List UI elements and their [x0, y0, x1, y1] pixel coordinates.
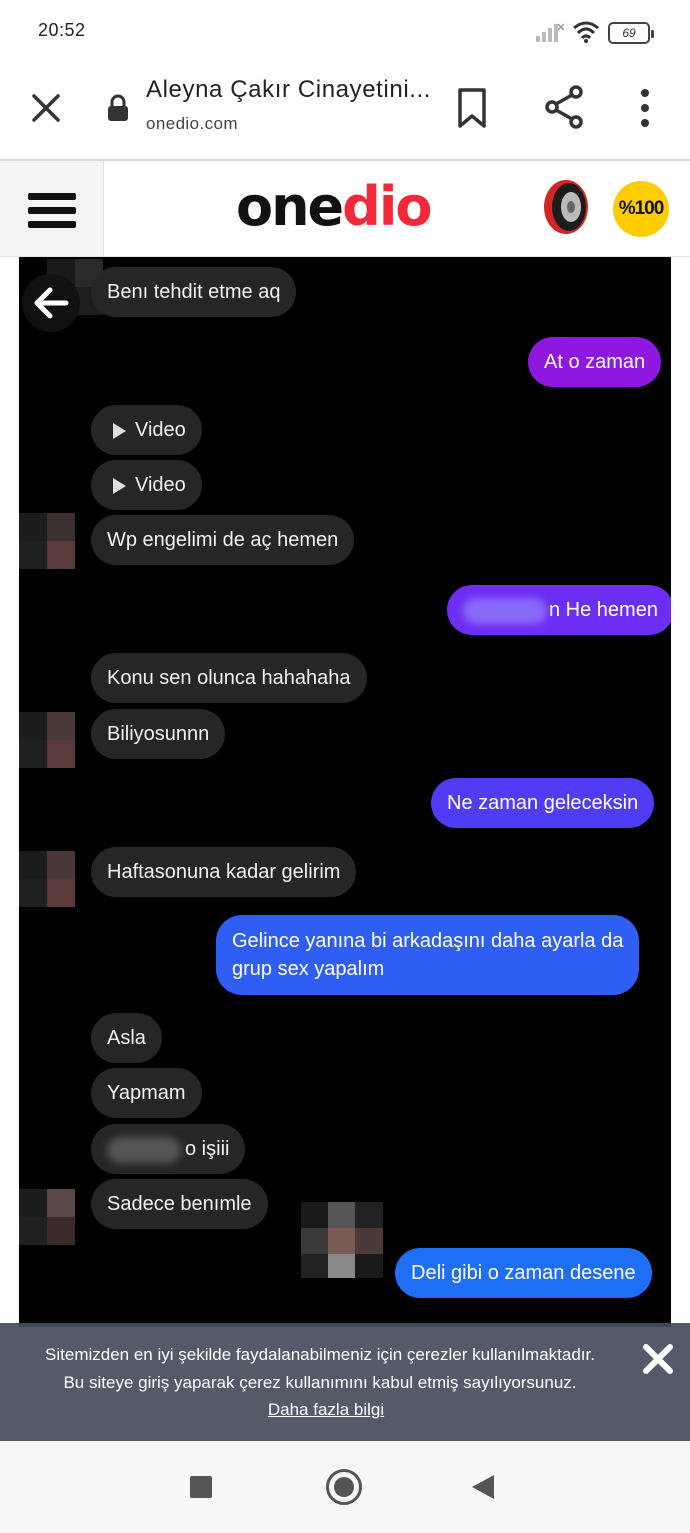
article-chat-image: Benı tehdit etme aq At o zaman Video Vid… [19, 257, 671, 1327]
status-time: 20:52 [38, 20, 86, 40]
chat-message-received: Benı tehdit etme aq [91, 267, 297, 317]
avatar [19, 712, 75, 768]
chat-message-sent: At o zaman [528, 337, 662, 387]
status-bar: 20:52 69 [0, 0, 690, 62]
cookie-text: Bu siteye giriş yaparak çerez kullanımın… [63, 1373, 577, 1392]
recent-apps-icon[interactable] [190, 1476, 212, 1498]
close-icon[interactable] [640, 1341, 676, 1377]
redacted-name [107, 1136, 181, 1163]
chat-message-sent: Ne zaman geleceksin [431, 778, 655, 828]
back-icon[interactable] [472, 1475, 494, 1499]
redacted-name [463, 597, 547, 624]
battery-icon: 69 [608, 22, 654, 44]
play-icon [113, 422, 126, 439]
video-message[interactable]: Video [91, 460, 202, 510]
wifi-icon [573, 21, 599, 43]
home-icon[interactable] [326, 1469, 362, 1505]
battery-level: 69 [622, 26, 636, 40]
back-arrow-icon[interactable] [22, 274, 80, 332]
chat-message-received: Biliyosunnn [91, 709, 226, 759]
cookie-banner: Sitemizden en iyi şekilde faydalanabilme… [0, 1323, 690, 1441]
chat-message-received: Sadece benımle [91, 1179, 268, 1229]
avatar [19, 1189, 75, 1245]
page-title[interactable]: Aleyna Çakır Cinayetini... [146, 76, 431, 104]
promo-badge[interactable]: %100 [613, 181, 669, 237]
more-vert-icon[interactable] [630, 86, 660, 130]
chat-message-received: Yapmam [91, 1068, 202, 1118]
browser-toolbar: Aleyna Çakır Cinayetini... onedio.com [0, 62, 690, 160]
cookie-more-info-link[interactable]: Daha fazla bilgi [0, 1400, 652, 1420]
chat-message-sent: Gelince yanına bi arkadaşını daha ayarla… [216, 915, 640, 995]
avatar [301, 1202, 383, 1278]
lock-icon [108, 94, 128, 121]
chat-message-received: Konu sen olunca hahahaha [91, 653, 367, 703]
bookmark-icon[interactable] [452, 86, 492, 130]
chat-message-received: Asla [91, 1013, 162, 1063]
share-icon[interactable] [542, 84, 586, 130]
page-url[interactable]: onedio.com [146, 114, 238, 134]
site-logo[interactable]: onedio [236, 175, 432, 238]
play-icon [113, 477, 126, 494]
logo-text-black: one [236, 175, 344, 238]
chat-message-sent: n He hemen [447, 585, 671, 635]
chat-message-received: Haftasonuna kadar gelirim [91, 847, 357, 897]
avatar [19, 513, 75, 569]
cookie-text: Sitemizden en iyi şekilde faydalanabilme… [45, 1345, 595, 1364]
chat-message-received: Wp engelimi de aç hemen [91, 515, 355, 565]
video-message[interactable]: Video [91, 405, 202, 455]
system-nav-bar [0, 1441, 690, 1533]
logo-text-red: dio [342, 175, 432, 238]
chat-message-received: o işiii [91, 1124, 246, 1174]
signal-icon [536, 23, 564, 42]
close-icon[interactable] [26, 88, 66, 128]
tire-icon[interactable] [540, 178, 592, 236]
hamburger-menu-icon[interactable] [0, 161, 104, 256]
avatar [19, 851, 75, 907]
chat-message-sent: Deli gibi o zaman desene [395, 1248, 652, 1298]
